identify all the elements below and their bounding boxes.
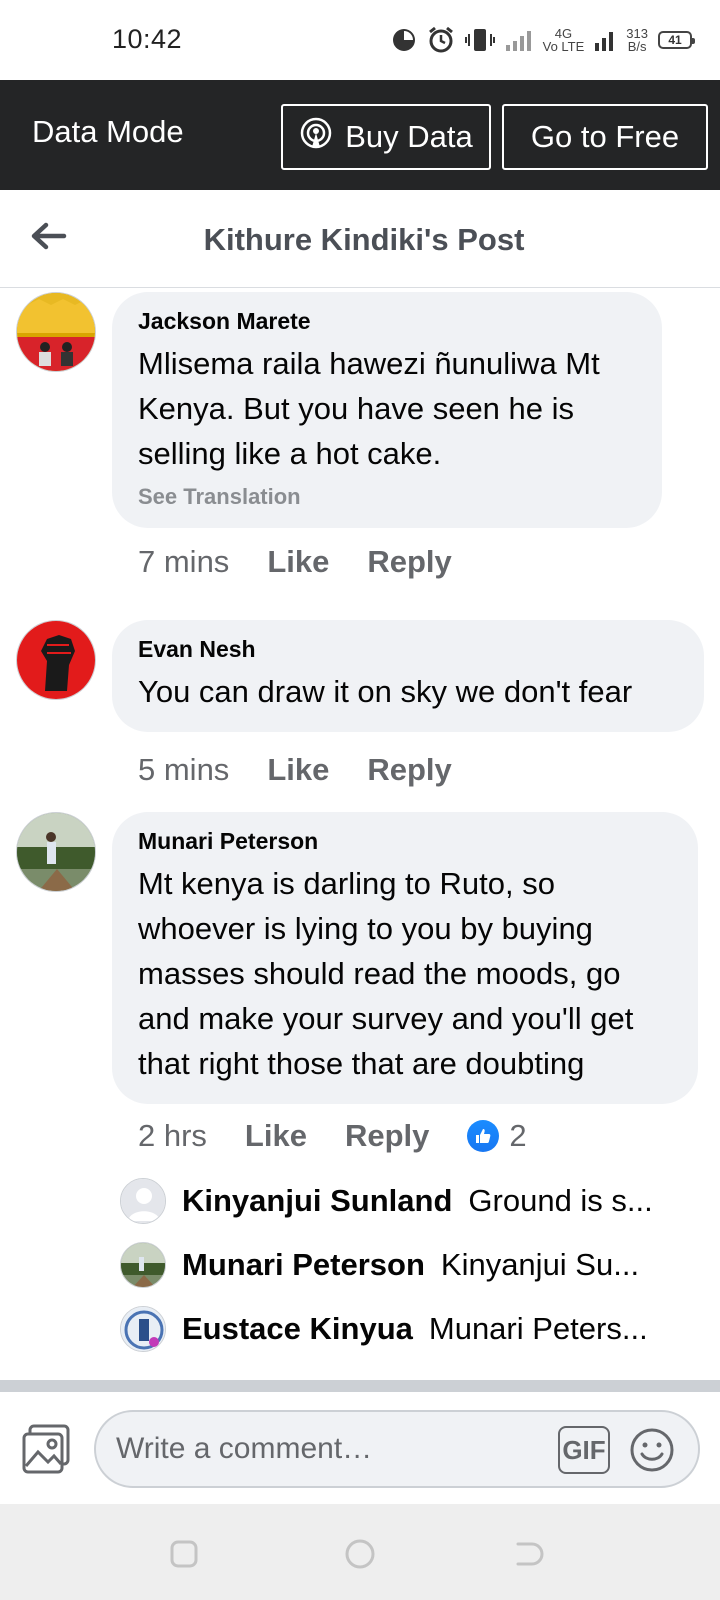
reply-preview[interactable]: Kinyanjui Sunland Ground is s... [120,1176,680,1226]
like-thumb-icon [467,1120,500,1152]
network-speed: 313 B/s [626,27,648,53]
comment-author[interactable]: Jackson Marete [138,308,636,335]
battery-level: 41 [668,33,682,47]
buy-data-label: Buy Data [345,119,473,154]
comment-text: You can draw it on sky we don't fear [138,674,633,709]
comment-actions: 5 mins Like Reply [138,752,490,788]
comment-input[interactable] [116,1426,536,1472]
avatar [120,1242,166,1288]
network-label: Vo LTE [542,39,585,54]
page-title: Kithure Kindiki's Post [203,222,525,257]
like-button[interactable]: Like [267,544,329,580]
go-to-free-label: Go to Free [530,119,680,154]
comment-bubble[interactable]: Evan Nesh You can draw it on sky we don'… [112,620,704,732]
comment-composer: GIF [0,1392,720,1504]
comment-input-container: GIF [94,1410,700,1488]
status-icons: 4G Vo LTE 313 B/s 41 [391,20,695,60]
comment-time: 5 mins [138,752,230,787]
data-mode-bar: Data Mode Buy Data Go to Free [0,80,720,190]
like-button[interactable]: Like [245,1118,307,1154]
post-header: Kithure Kindiki's Post [0,190,720,288]
reply-button[interactable]: Reply [345,1118,429,1154]
back-nav-icon[interactable] [512,1538,544,1570]
avatar [120,1178,166,1224]
reply-author: Munari Peterson [182,1247,425,1282]
go-to-free-button[interactable]: Go to Free [502,104,708,170]
avatar[interactable] [16,812,96,892]
divider [0,1380,720,1392]
comment-time: 2 hrs [138,1118,207,1153]
speed-unit: B/s [627,39,647,54]
comment-author[interactable]: Evan Nesh [138,636,678,663]
status-bar: 10:42 4G Vo LTE 313 B/s 41 [0,0,720,80]
signal-icon [594,29,616,51]
pie-chart-icon [391,27,417,53]
recent-apps-icon[interactable] [168,1538,200,1570]
battery-icon: 41 [658,31,695,49]
like-button[interactable]: Like [267,752,329,788]
broadcast-icon [299,116,333,158]
comment-bubble[interactable]: Jackson Marete Mlisema raila hawezi ñunu… [112,292,662,528]
status-time: 10:42 [112,24,183,54]
comment-text: Mlisema raila hawezi ñunuliwa Mt Kenya. … [138,346,600,471]
vibrate-icon [464,28,495,52]
reaction-count[interactable]: 2 [509,1118,526,1154]
system-nav-bar [0,1504,720,1600]
alarm-icon [427,26,455,54]
comment-actions: 2 hrs Like Reply 2 [138,1118,527,1154]
reply-button[interactable]: Reply [367,544,451,580]
reply-text: Ground is s... [468,1183,653,1218]
home-icon[interactable] [344,1538,376,1570]
comment-text: Mt kenya is darling to Ruto, so whoever … [138,866,634,1081]
reply-text: Kinyanjui Su... [440,1247,640,1282]
comment-time: 7 mins [138,544,230,579]
avatar[interactable] [16,292,96,372]
avatar[interactable] [16,620,96,700]
comment-actions: 7 mins Like Reply [138,544,490,580]
comment-bubble[interactable]: Munari Peterson Mt kenya is darling to R… [112,812,698,1104]
network-type: 4G Vo LTE [543,27,585,53]
comment-author[interactable]: Munari Peterson [138,828,672,855]
signal-icon [505,29,533,51]
data-mode-title: Data Mode [32,114,184,149]
photo-icon[interactable] [20,1422,74,1476]
see-translation-link[interactable]: See Translation [138,484,636,510]
gif-button[interactable]: GIF [558,1426,610,1474]
buy-data-button[interactable]: Buy Data [281,104,491,170]
reply-text: Munari Peters... [428,1311,648,1346]
reply-preview[interactable]: Munari Peterson Kinyanjui Su... [120,1240,680,1290]
reply-button[interactable]: Reply [367,752,451,788]
gif-label: GIF [562,1434,606,1465]
emoji-icon[interactable] [628,1426,676,1474]
reply-author: Kinyanjui Sunland [182,1183,453,1218]
reply-author: Eustace Kinyua [182,1311,413,1346]
avatar [120,1306,166,1352]
reply-preview[interactable]: Eustace Kinyua Munari Peters... [120,1304,680,1354]
